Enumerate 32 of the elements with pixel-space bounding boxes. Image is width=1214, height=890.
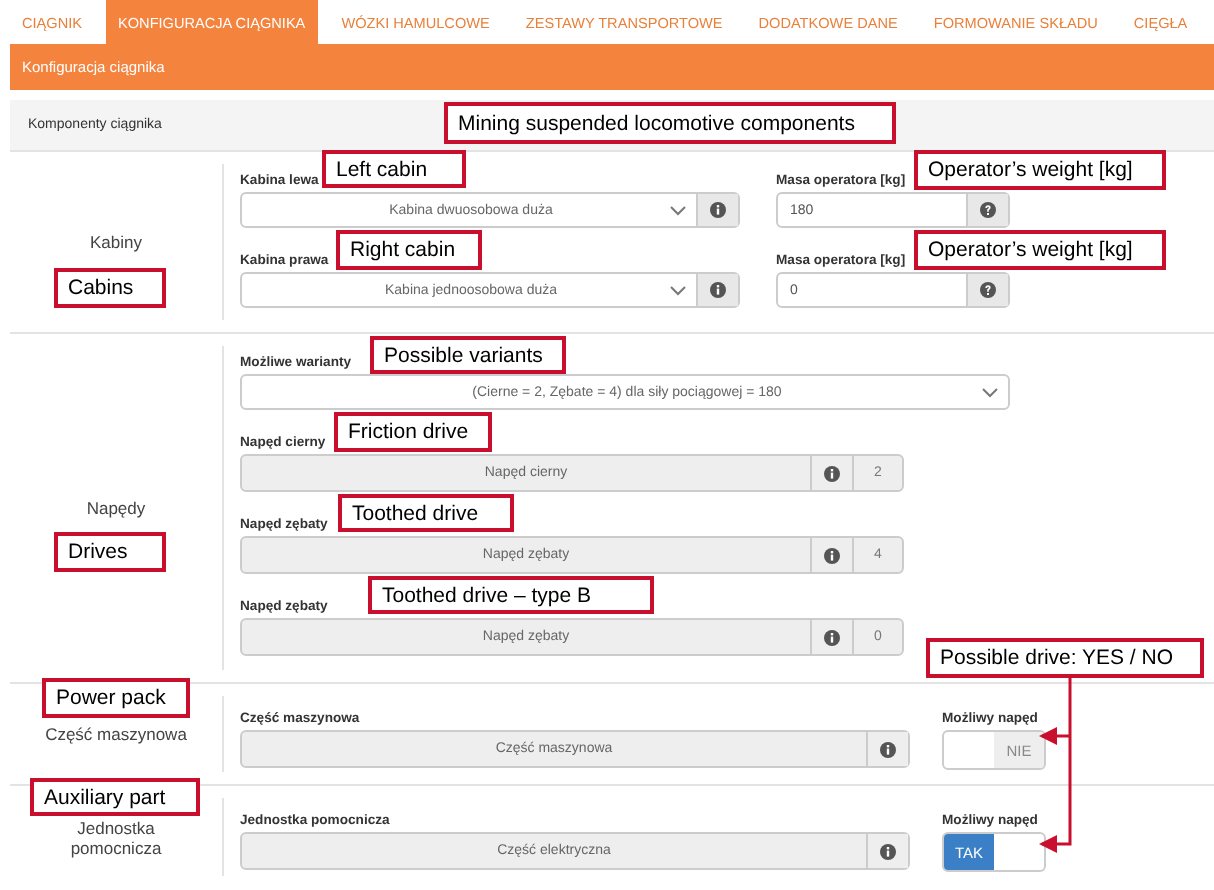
annotation-callout: Auxiliary part [30, 778, 200, 816]
help-button[interactable] [966, 274, 1008, 306]
info-icon [824, 465, 840, 481]
annotation-callout: Power pack [42, 678, 190, 718]
annotation-callout: Toothed drive – type B [368, 576, 654, 614]
annotation-callout: Cabins [54, 268, 166, 308]
info-icon [710, 202, 726, 218]
info-icon [880, 843, 896, 859]
info-icon [710, 282, 726, 298]
annotation-callout: Toothed drive [338, 494, 514, 532]
annotation-callout: Possible drive: YES / NO [926, 638, 1204, 678]
info-button[interactable] [696, 274, 738, 306]
help-icon [980, 202, 996, 218]
annotation-callout: Mining suspended locomotive components [444, 102, 896, 144]
help-button[interactable] [966, 194, 1008, 226]
annotation-callout: Operator’s weight [kg] [914, 150, 1166, 190]
chevron-down-icon [670, 285, 686, 295]
annotation-callout: Right cabin [336, 230, 482, 270]
help-icon [980, 282, 996, 298]
annotation-callout: Friction drive [334, 412, 492, 452]
info-icon [824, 629, 840, 645]
chevron-down-icon [982, 387, 998, 397]
annotation-callout: Possible variants [370, 336, 566, 374]
info-button[interactable] [696, 194, 738, 226]
info-icon [880, 741, 896, 757]
annotation-callout: Left cabin [322, 150, 466, 188]
info-button[interactable] [866, 732, 908, 766]
annotation-callout: Drives [54, 532, 166, 572]
annotation-callout: Operator’s weight [kg] [914, 230, 1166, 270]
chevron-down-icon [670, 205, 686, 215]
info-button[interactable] [866, 834, 908, 868]
info-icon [824, 547, 840, 563]
